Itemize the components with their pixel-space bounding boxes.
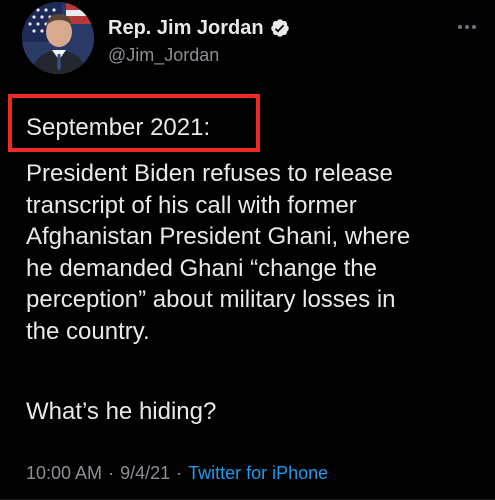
more-dot: [472, 25, 476, 29]
tweet-question: What’s he hiding?: [26, 398, 217, 425]
avatar-image: [22, 2, 94, 74]
display-name-row: Rep. Jim Jordan: [108, 16, 290, 40]
tweet-time[interactable]: 10:00 AM: [26, 463, 102, 483]
account-handle[interactable]: @Jim_Jordan: [108, 44, 290, 66]
tweet-source-link[interactable]: Twitter for iPhone: [188, 463, 328, 483]
meta-separator: ·: [108, 463, 115, 483]
more-dot: [465, 25, 469, 29]
tweet-date[interactable]: 9/4/21: [120, 463, 170, 483]
account-names: Rep. Jim Jordan @Jim_Jordan: [108, 16, 290, 66]
more-horizontal-icon[interactable]: [454, 22, 480, 32]
display-name[interactable]: Rep. Jim Jordan: [108, 16, 264, 40]
tweet-card: Rep. Jim Jordan @Jim_Jordan September 20…: [0, 0, 495, 500]
tweet-header: Rep. Jim Jordan @Jim_Jordan: [22, 2, 482, 78]
tweet-text: President Biden refuses to release trans…: [26, 160, 411, 345]
tweet-date-heading: September 2021:: [26, 114, 211, 141]
verified-badge-icon: [270, 18, 290, 38]
more-dot: [458, 25, 462, 29]
tweet-meta: 10:00 AM · 9/4/21 · Twitter for iPhone: [26, 462, 328, 484]
avatar[interactable]: [22, 2, 94, 74]
meta-separator: ·: [176, 463, 183, 483]
